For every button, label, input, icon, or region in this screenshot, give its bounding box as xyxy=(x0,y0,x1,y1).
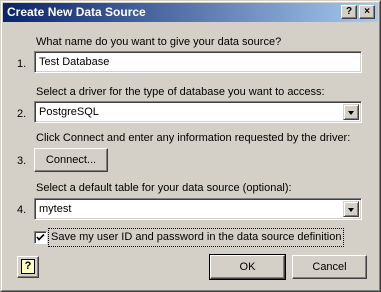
save-credentials-label[interactable]: Save my user ID and password in the data… xyxy=(47,228,345,247)
driver-dropdown[interactable]: PostgreSQL xyxy=(34,101,362,123)
step-number-4: 4. xyxy=(17,204,27,216)
name-label: What name do you want to give your data … xyxy=(36,36,282,48)
connect-button[interactable]: Connect... xyxy=(34,148,108,172)
cancel-button[interactable]: Cancel xyxy=(292,255,367,279)
ok-button[interactable]: OK xyxy=(209,254,286,280)
close-button[interactable]: × xyxy=(359,5,375,19)
create-data-source-dialog: Create New Data Source ? × What name do … xyxy=(0,0,381,292)
default-table-value: mytest xyxy=(39,203,72,215)
window-title: Create New Data Source xyxy=(7,5,146,19)
chevron-down-icon xyxy=(348,208,354,212)
save-credentials-checkbox[interactable] xyxy=(34,231,47,244)
driver-value: PostgreSQL xyxy=(39,106,99,118)
step-number-2: 2. xyxy=(17,108,27,120)
save-credentials-text: Save my user ID and password in the data… xyxy=(51,231,342,243)
data-source-name-input[interactable]: Test Database xyxy=(34,51,362,73)
help-book-icon: ? xyxy=(21,259,35,274)
step-number-1: 1. xyxy=(17,58,27,70)
step-number-3: 3. xyxy=(17,155,27,167)
driver-dropdown-button[interactable] xyxy=(343,104,359,120)
checkmark-icon xyxy=(36,233,45,241)
cancel-button-label: Cancel xyxy=(312,261,347,273)
connect-button-label: Connect... xyxy=(45,154,97,166)
table-dropdown-button[interactable] xyxy=(343,201,359,217)
chevron-down-icon xyxy=(348,111,354,115)
ok-button-label: OK xyxy=(239,261,256,273)
title-bar[interactable]: Create New Data Source ? × xyxy=(3,3,378,22)
context-help-button[interactable]: ? xyxy=(17,256,39,278)
data-source-name-value: Test Database xyxy=(39,56,110,68)
connect-label: Click Connect and enter any information … xyxy=(36,132,351,144)
help-caption-button[interactable]: ? xyxy=(341,5,357,19)
table-label: Select a default table for your data sou… xyxy=(36,182,292,194)
driver-label: Select a driver for the type of database… xyxy=(36,86,325,98)
default-table-dropdown[interactable]: mytest xyxy=(34,198,362,220)
